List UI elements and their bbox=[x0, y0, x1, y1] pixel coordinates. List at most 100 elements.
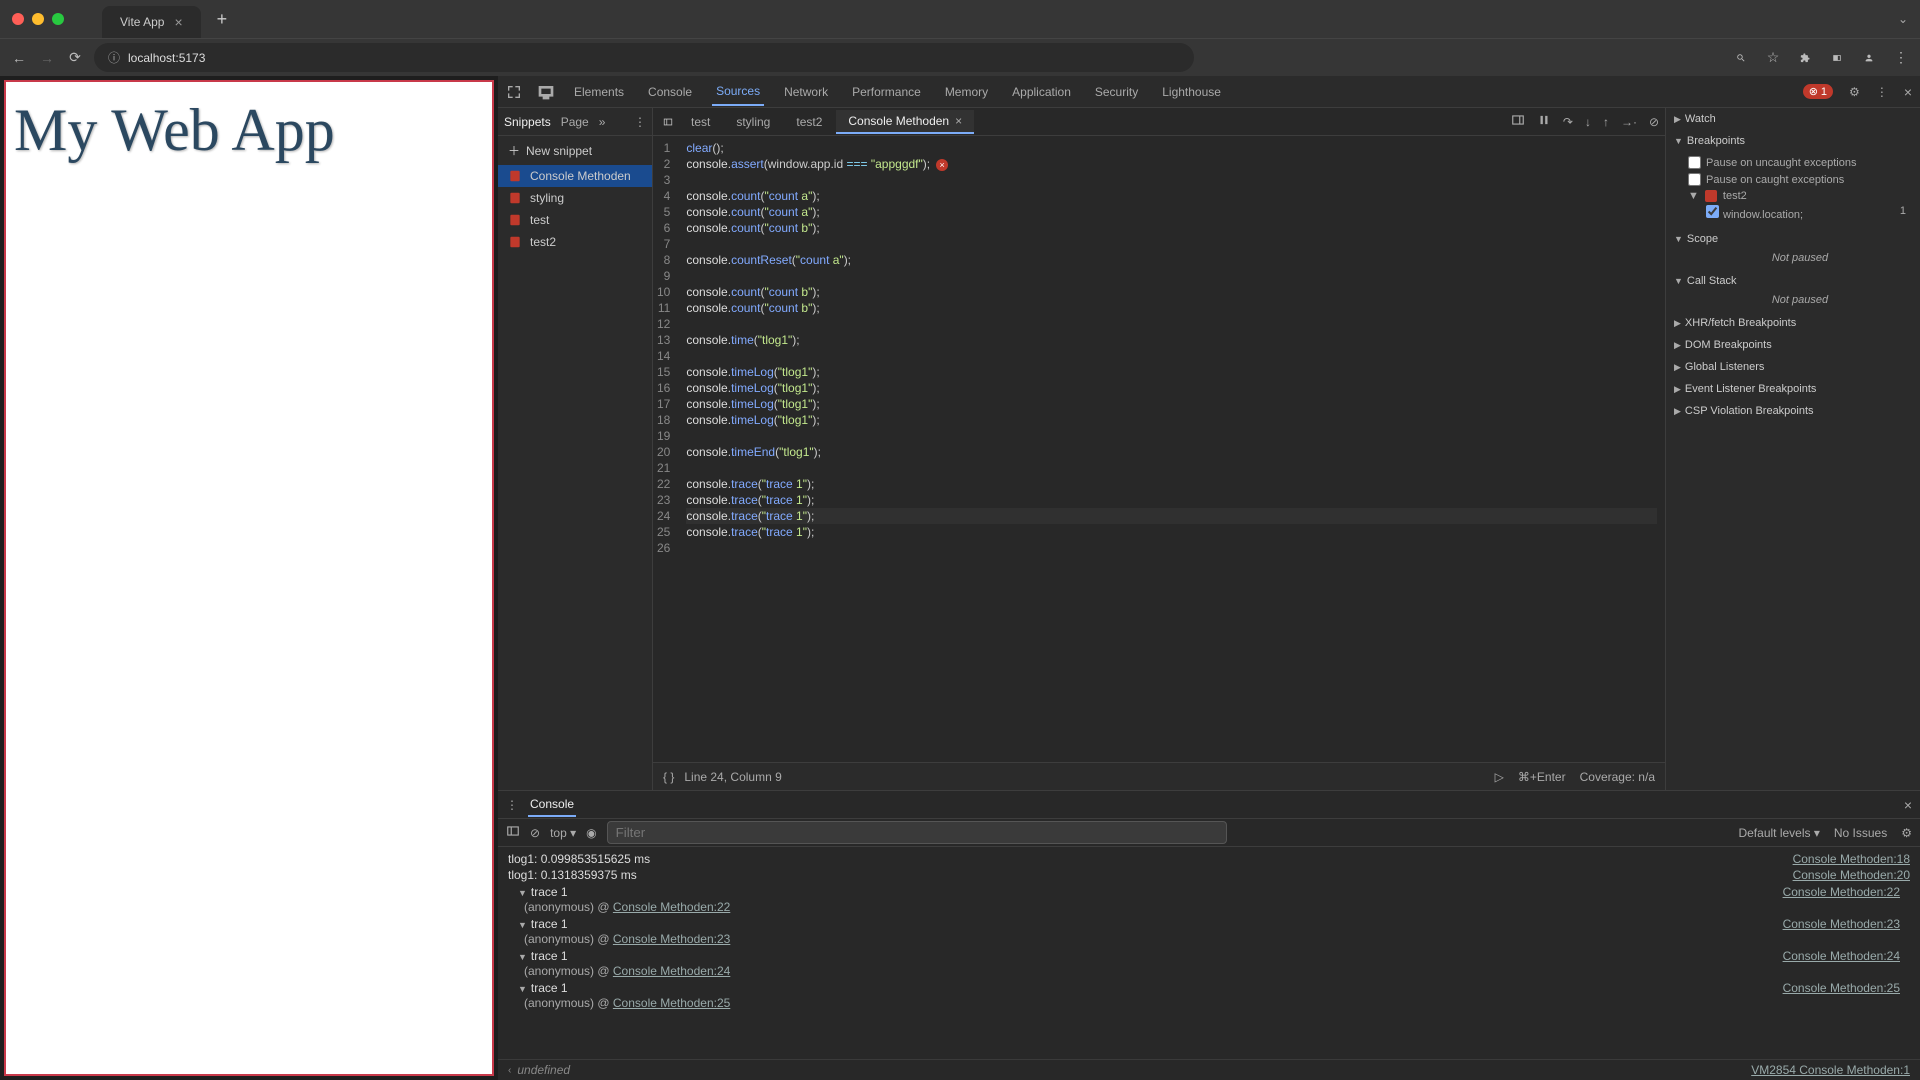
clear-console-icon[interactable]: ⊘ bbox=[530, 826, 540, 840]
close-icon[interactable]: × bbox=[1904, 84, 1912, 100]
csp-section[interactable]: ▶CSP Violation Breakpoints bbox=[1666, 400, 1920, 422]
tab-security[interactable]: Security bbox=[1091, 79, 1142, 105]
kebab-icon[interactable]: ⋮ bbox=[634, 115, 646, 129]
return-src[interactable]: VM2854 Console Methoden:1 bbox=[1751, 1063, 1910, 1077]
breakpoints-section[interactable]: ▼Breakpoints bbox=[1666, 130, 1920, 152]
live-expression-icon[interactable]: ◉ bbox=[586, 826, 596, 840]
log-source-link[interactable]: Console Methoden:18 bbox=[1793, 852, 1910, 866]
close-drawer-icon[interactable]: × bbox=[1904, 797, 1912, 813]
menu-icon[interactable]: ⋮ bbox=[1892, 49, 1910, 67]
trace-head[interactable]: ▼trace 1 bbox=[518, 981, 568, 995]
log-source-link[interactable]: Console Methoden:25 bbox=[1783, 981, 1900, 995]
reload-icon[interactable]: ⟳ bbox=[66, 49, 84, 67]
error-count-badge[interactable]: ⊗ 1 bbox=[1803, 84, 1833, 99]
scope-section[interactable]: ▼Scope bbox=[1666, 228, 1920, 250]
device-icon[interactable] bbox=[538, 84, 554, 100]
breakpoint-file[interactable]: ▼test2 bbox=[1688, 188, 1912, 204]
tab-performance[interactable]: Performance bbox=[848, 79, 925, 105]
step-into-icon[interactable]: ↓ bbox=[1585, 115, 1591, 129]
profile-icon[interactable] bbox=[1860, 49, 1878, 67]
snippet-item[interactable]: styling bbox=[498, 187, 652, 209]
context-selector[interactable]: top ▾ bbox=[550, 826, 576, 840]
log-source-link[interactable]: Console Methoden:23 bbox=[1783, 917, 1900, 931]
levels-selector[interactable]: Default levels ▾ bbox=[1738, 826, 1819, 840]
browser-tab[interactable]: Vite App × bbox=[102, 6, 201, 38]
trace-link[interactable]: Console Methoden:25 bbox=[613, 996, 730, 1010]
toggle-sidebar-icon[interactable] bbox=[506, 824, 520, 841]
snippet-item[interactable]: test2 bbox=[498, 231, 652, 253]
error-marker-icon[interactable]: × bbox=[936, 159, 948, 171]
toggle-sidebar-icon[interactable] bbox=[1511, 113, 1525, 130]
extensions-icon[interactable] bbox=[1796, 49, 1814, 67]
bookmark-icon[interactable]: ☆ bbox=[1764, 49, 1782, 67]
xhr-section[interactable]: ▶XHR/fetch Breakpoints bbox=[1666, 312, 1920, 334]
log-source-link[interactable]: Console Methoden:22 bbox=[1783, 885, 1900, 899]
log-source-link[interactable]: Console Methoden:20 bbox=[1793, 868, 1910, 882]
pause-uncaught-checkbox[interactable]: Pause on uncaught exceptions bbox=[1688, 154, 1912, 171]
chevron-down-icon[interactable]: ⌄ bbox=[1898, 12, 1908, 26]
step-over-icon[interactable]: ↷ bbox=[1563, 115, 1573, 129]
minimize-window-icon[interactable] bbox=[32, 13, 44, 25]
inspect-icon[interactable] bbox=[506, 84, 522, 100]
editor-tab[interactable]: styling bbox=[724, 111, 782, 133]
more-tabs-icon[interactable]: » bbox=[599, 115, 606, 129]
filter-input[interactable] bbox=[607, 821, 1227, 844]
pause-icon[interactable] bbox=[1537, 113, 1551, 130]
url-field[interactable]: ⓘ localhost:5173 bbox=[94, 43, 1194, 72]
trace-head[interactable]: ▼trace 1 bbox=[518, 885, 568, 899]
console-settings-icon[interactable]: ⚙ bbox=[1901, 826, 1912, 840]
new-tab-button[interactable]: + bbox=[217, 9, 228, 30]
close-tab-icon[interactable]: × bbox=[174, 14, 182, 30]
tab-console[interactable]: Console bbox=[644, 79, 696, 105]
console-tab[interactable]: Console bbox=[528, 793, 576, 817]
snippet-item[interactable]: test bbox=[498, 209, 652, 231]
close-tab-icon[interactable]: × bbox=[955, 114, 962, 128]
trace-head[interactable]: ▼trace 1 bbox=[518, 917, 568, 931]
tab-lighthouse[interactable]: Lighthouse bbox=[1158, 79, 1225, 105]
dom-section[interactable]: ▶DOM Breakpoints bbox=[1666, 334, 1920, 356]
global-section[interactable]: ▶Global Listeners bbox=[1666, 356, 1920, 378]
tab-snippets[interactable]: Snippets bbox=[504, 115, 551, 129]
trace-head[interactable]: ▼trace 1 bbox=[518, 949, 568, 963]
tab-page[interactable]: Page bbox=[561, 115, 589, 129]
trace-link[interactable]: Console Methoden:22 bbox=[613, 900, 730, 914]
editor-tab[interactable]: test bbox=[679, 111, 722, 133]
settings-icon[interactable]: ⚙ bbox=[1849, 85, 1860, 99]
zoom-icon[interactable] bbox=[1732, 49, 1750, 67]
run-icon[interactable]: ▷ bbox=[1495, 770, 1504, 784]
tab-network[interactable]: Network bbox=[780, 79, 832, 105]
callstack-section[interactable]: ▼Call Stack bbox=[1666, 270, 1920, 292]
new-snippet-button[interactable]: ＋ New snippet bbox=[498, 136, 652, 165]
issues-label[interactable]: No Issues bbox=[1834, 826, 1887, 840]
kebab-icon[interactable]: ⋮ bbox=[506, 798, 518, 812]
tab-sources[interactable]: Sources bbox=[712, 78, 764, 106]
console-output[interactable]: tlog1: 0.099853515625 msConsole Methoden… bbox=[498, 847, 1920, 1059]
step-out-icon[interactable]: ↑ bbox=[1603, 115, 1609, 129]
maximize-window-icon[interactable] bbox=[52, 13, 64, 25]
pause-caught-checkbox[interactable]: Pause on caught exceptions bbox=[1688, 171, 1912, 188]
toggle-navigator-icon[interactable] bbox=[659, 113, 677, 131]
log-source-link[interactable]: Console Methoden:24 bbox=[1783, 949, 1900, 963]
close-window-icon[interactable] bbox=[12, 13, 24, 25]
editor-tab-active[interactable]: Console Methoden× bbox=[836, 110, 974, 134]
deactivate-breakpoints-icon[interactable]: ⊘ bbox=[1649, 115, 1659, 129]
pretty-print-icon[interactable]: { } bbox=[663, 770, 674, 784]
tab-memory[interactable]: Memory bbox=[941, 79, 992, 105]
breakpoint-line[interactable]: window.location; 1 bbox=[1688, 204, 1912, 222]
watch-section[interactable]: ▶Watch bbox=[1666, 108, 1920, 130]
trace-link[interactable]: Console Methoden:23 bbox=[613, 932, 730, 946]
tab-application[interactable]: Application bbox=[1008, 79, 1075, 105]
event-section[interactable]: ▶Event Listener Breakpoints bbox=[1666, 378, 1920, 400]
snippet-item[interactable]: Console Methoden bbox=[498, 165, 652, 187]
code-editor[interactable]: 1234567891011121314151617181920212223242… bbox=[653, 136, 1665, 762]
trace-link[interactable]: Console Methoden:24 bbox=[613, 964, 730, 978]
editor-tab[interactable]: test2 bbox=[784, 111, 834, 133]
more-icon[interactable]: ⋮ bbox=[1876, 85, 1888, 99]
back-icon[interactable]: ← bbox=[10, 49, 28, 67]
panel-icon[interactable] bbox=[1828, 49, 1846, 67]
tab-elements[interactable]: Elements bbox=[570, 79, 628, 105]
code-body[interactable]: clear();console.assert(window.app.id ===… bbox=[678, 136, 1665, 762]
forward-icon[interactable]: → bbox=[38, 49, 56, 67]
site-info-icon[interactable]: ⓘ bbox=[108, 49, 120, 66]
step-icon[interactable]: →· bbox=[1621, 115, 1637, 129]
